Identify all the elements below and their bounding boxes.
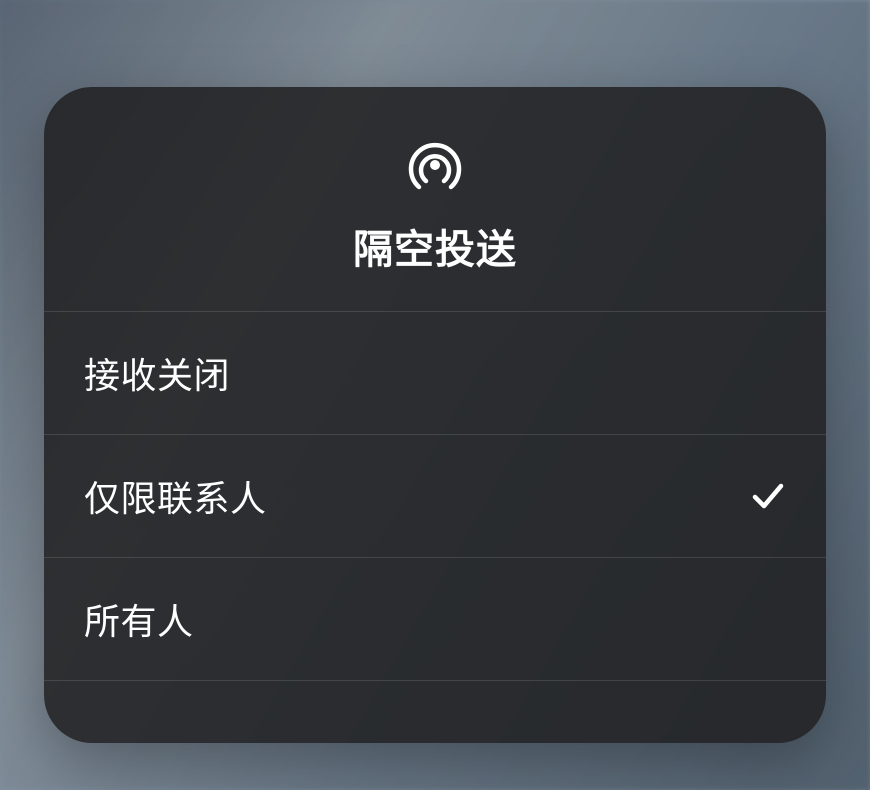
- airdrop-icon-svg: [403, 133, 467, 197]
- panel-header: 隔空投送: [44, 87, 826, 312]
- option-contacts-only[interactable]: 仅限联系人: [44, 435, 826, 558]
- option-label: 接收关闭: [84, 347, 230, 399]
- option-label: 所有人: [84, 593, 194, 645]
- panel-title: 隔空投送: [353, 217, 517, 275]
- option-label: 仅限联系人: [84, 470, 267, 522]
- airdrop-icon: [403, 133, 467, 197]
- airdrop-settings-panel: 隔空投送 接收关闭 仅限联系人 所有人: [44, 87, 826, 743]
- checkmark-icon: [750, 478, 786, 514]
- option-receiving-off[interactable]: 接收关闭: [44, 312, 826, 435]
- options-list: 接收关闭 仅限联系人 所有人: [44, 312, 826, 681]
- option-everyone[interactable]: 所有人: [44, 558, 826, 681]
